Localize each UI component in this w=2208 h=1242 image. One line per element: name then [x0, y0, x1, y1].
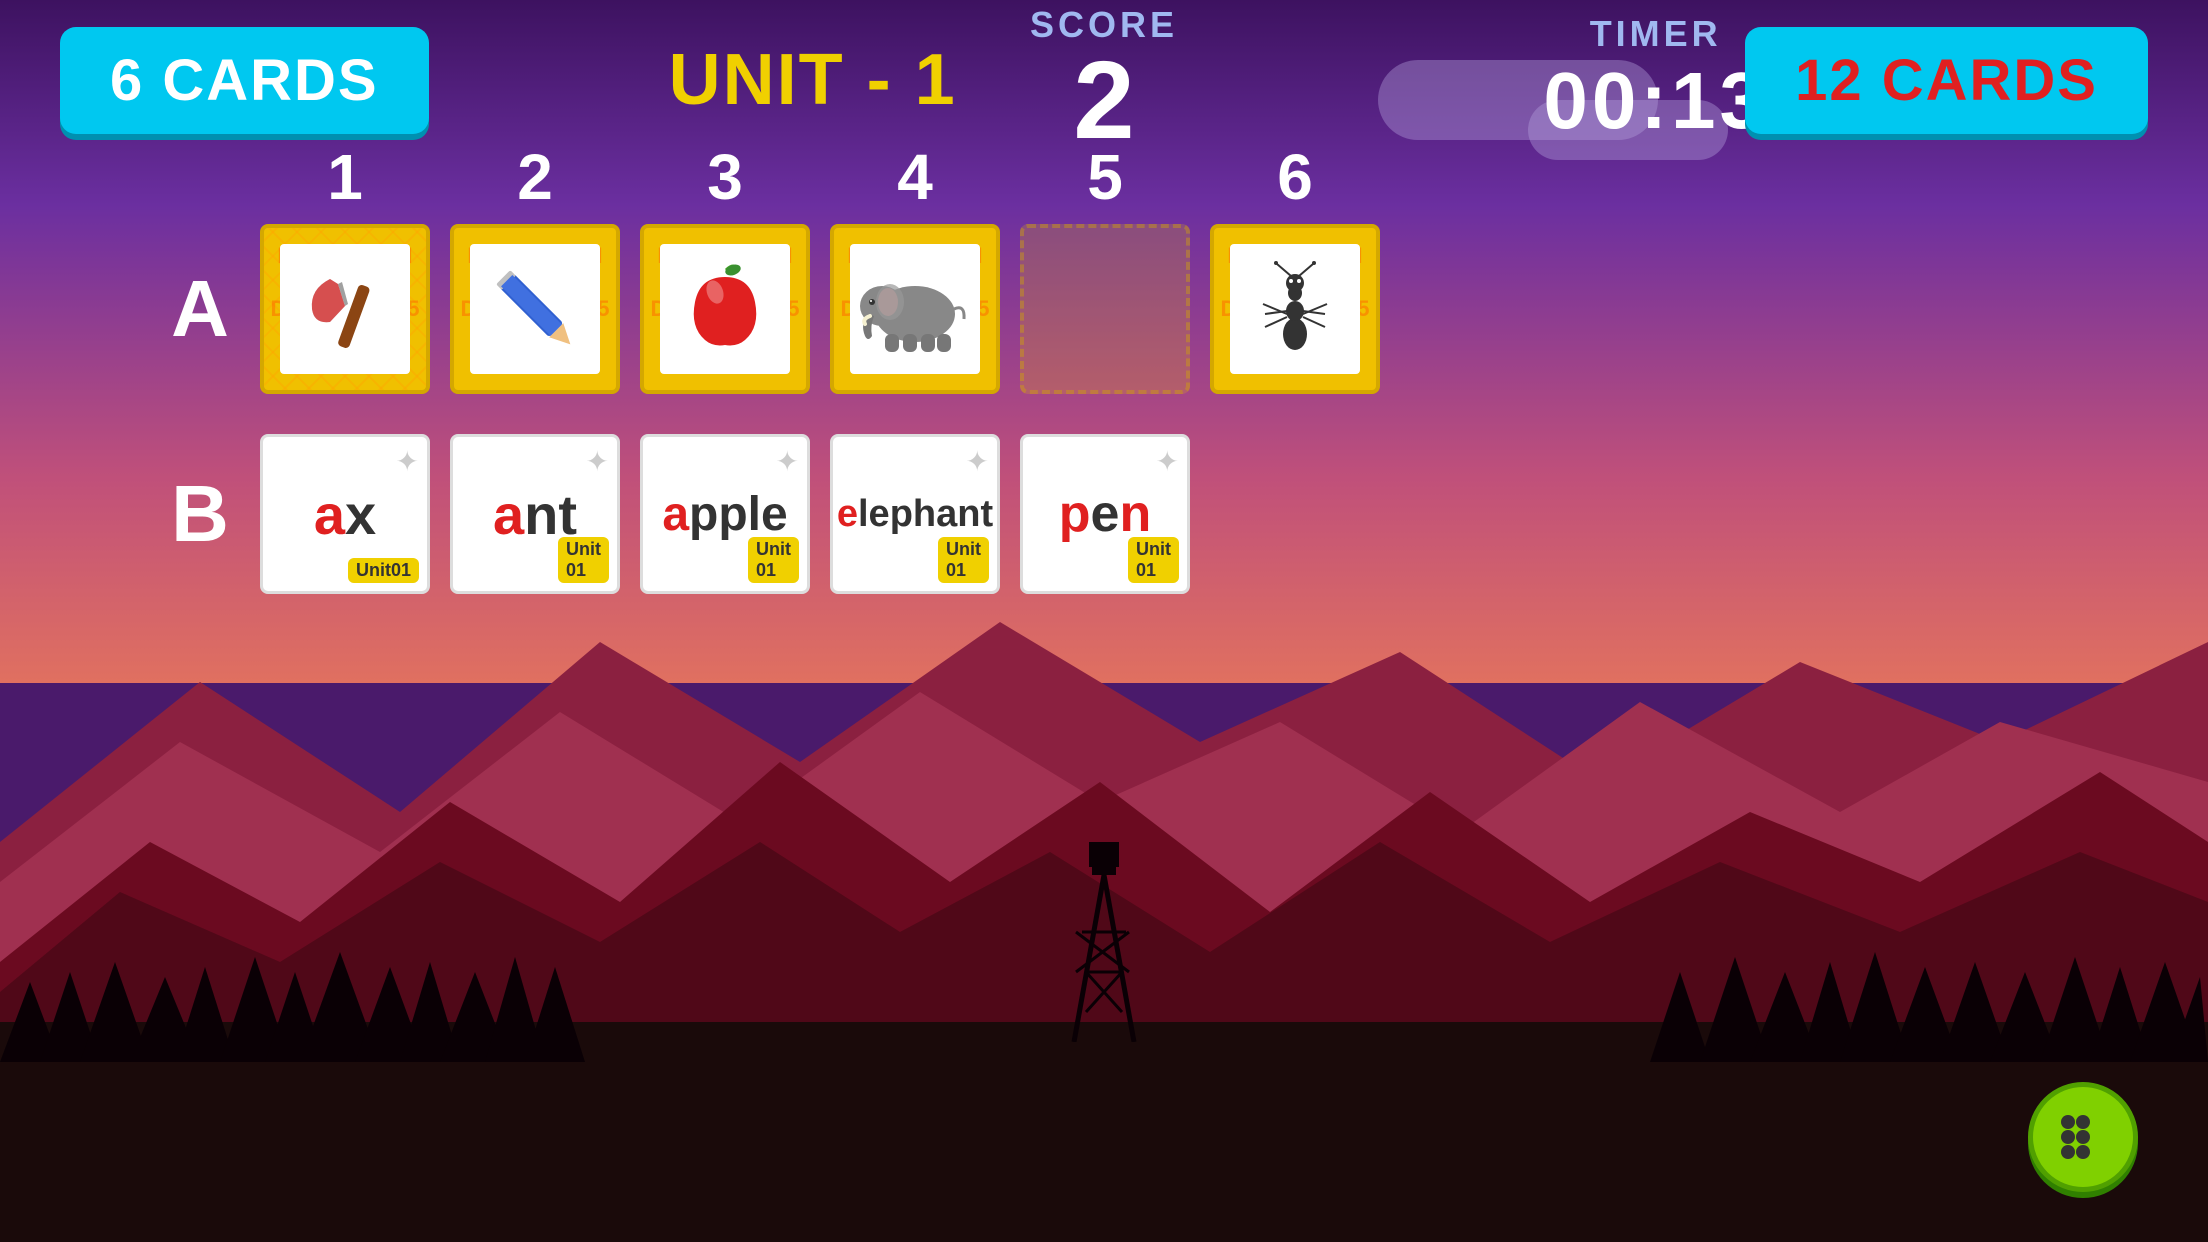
- row-b: B ✦ ax Unit01 ✦ ant Unit01 ✦ apple Unit0…: [160, 434, 2048, 594]
- column-numbers-row: 1 2 3 4 5 6: [160, 140, 2048, 214]
- col-num-3: 3: [640, 140, 810, 214]
- image-card-4[interactable]: MD5MD5MD5MD5MD5MD5: [830, 224, 1000, 394]
- unit-label: UNIT - 1: [669, 39, 957, 121]
- timer-value: 00:13: [1543, 55, 1768, 147]
- row-b-label: B: [160, 468, 240, 560]
- score-section: SCORE 2: [1030, 4, 1178, 156]
- 6-cards-button[interactable]: 6 CARDS: [60, 27, 429, 134]
- row-a: A MD5MD5MD5MD5MD5MD5MD5: [160, 224, 2048, 394]
- game-area: 1 2 3 4 5 6 A MD5MD5MD5MD5MD5MD5MD5: [0, 140, 2208, 594]
- col-num-5: 5: [1020, 140, 1190, 214]
- word-card-pen[interactable]: ✦ pen Unit01: [1020, 434, 1190, 594]
- header: 6 CARDS UNIT - 1 SCORE 2 TIMER 00:13 12 …: [0, 0, 2208, 160]
- image-card-1[interactable]: MD5MD5MD5MD5MD5MD5MD5: [260, 224, 430, 394]
- word-card-ant[interactable]: ✦ ant Unit01: [450, 434, 620, 594]
- image-card-3[interactable]: MD5MD5MD5MD5MD5MD5: [640, 224, 810, 394]
- menu-button[interactable]: [2028, 1082, 2138, 1192]
- word-card-ax[interactable]: ✦ ax Unit01: [260, 434, 430, 594]
- col-num-4: 4: [830, 140, 1000, 214]
- col-num-1: 1: [260, 140, 430, 214]
- watch-tower: [1054, 842, 1154, 1042]
- timer-section: TIMER 00:13: [1543, 13, 1768, 147]
- col-num-6: 6: [1210, 140, 1380, 214]
- row-a-label: A: [160, 263, 240, 355]
- image-card-6[interactable]: MD5MD5MD5MD5MD5MD5: [1210, 224, 1380, 394]
- menu-icon: [2053, 1112, 2113, 1162]
- image-card-2[interactable]: MD5MD5MD5MD5MD5MD5MD5: [450, 224, 620, 394]
- 12-cards-button[interactable]: 12 CARDS: [1745, 27, 2148, 134]
- image-card-5[interactable]: [1020, 224, 1190, 394]
- word-card-elephant[interactable]: ✦ elephant Unit01: [830, 434, 1000, 594]
- timer-title: TIMER: [1543, 13, 1768, 55]
- col-num-2: 2: [450, 140, 620, 214]
- word-card-apple[interactable]: ✦ apple Unit01: [640, 434, 810, 594]
